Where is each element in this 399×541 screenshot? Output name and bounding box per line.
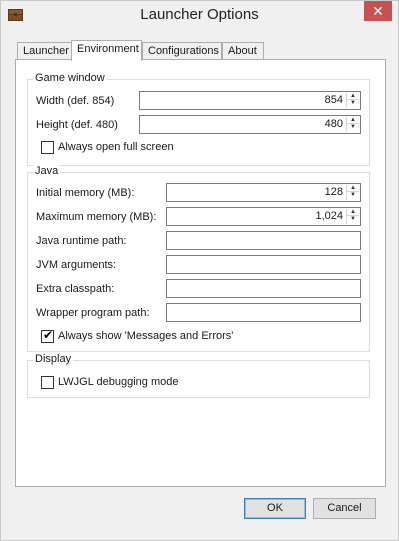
spin-down-icon[interactable]: ▼ xyxy=(347,216,359,223)
launcher-options-window: Launcher Options ✕ Launcher Environment … xyxy=(0,0,399,541)
height-label: Height (def. 480) xyxy=(36,119,118,131)
ok-button[interactable]: OK xyxy=(244,498,306,519)
fullscreen-label: Always open full screen xyxy=(58,141,174,153)
spin-up-icon[interactable]: ▲ xyxy=(347,185,359,192)
jvm-arguments-input[interactable] xyxy=(166,255,361,274)
runtime-path-input[interactable] xyxy=(166,231,361,250)
display-group: Display LWJGL debugging mode xyxy=(27,353,370,398)
spin-down-icon[interactable]: ▼ xyxy=(347,124,359,131)
tab-launcher[interactable]: Launcher xyxy=(17,42,72,60)
close-icon: ✕ xyxy=(372,3,384,19)
max-memory-value: 1,024 xyxy=(315,210,343,222)
extra-classpath-input[interactable] xyxy=(166,279,361,298)
width-spin-buttons[interactable]: ▲ ▼ xyxy=(346,93,359,108)
wrapper-path-label: Wrapper program path: xyxy=(36,307,150,319)
window-title: Launcher Options xyxy=(140,6,259,23)
runtime-path-label: Java runtime path: xyxy=(36,235,127,247)
initial-memory-label: Initial memory (MB): xyxy=(36,187,135,199)
lwjgl-debug-label: LWJGL debugging mode xyxy=(58,376,179,388)
spin-up-icon[interactable]: ▲ xyxy=(347,209,359,216)
game-window-group: Game window Width (def. 854) 854 ▲ ▼ Hei… xyxy=(27,72,370,166)
java-group: Java Initial memory (MB): 128 ▲ ▼ Maximu… xyxy=(27,165,370,352)
width-value: 854 xyxy=(324,94,343,106)
fullscreen-checkbox[interactable] xyxy=(41,141,54,154)
title-bar[interactable]: Launcher Options ✕ xyxy=(1,1,398,30)
spin-down-icon[interactable]: ▼ xyxy=(347,192,359,199)
game-window-legend: Game window xyxy=(33,72,107,84)
initial-memory-value: 128 xyxy=(324,186,343,198)
spin-down-icon[interactable]: ▼ xyxy=(347,100,359,107)
close-button[interactable]: ✕ xyxy=(364,1,392,21)
spin-up-icon[interactable]: ▲ xyxy=(347,117,359,124)
tab-about[interactable]: About xyxy=(222,42,264,60)
show-messages-label: Always show 'Messages and Errors' xyxy=(58,330,234,342)
jvm-arguments-label: JVM arguments: xyxy=(36,259,117,271)
checkmark-icon: ✔ xyxy=(43,328,54,342)
width-label: Width (def. 854) xyxy=(36,95,115,107)
height-spin-buttons[interactable]: ▲ ▼ xyxy=(346,117,359,132)
height-value: 480 xyxy=(324,118,343,130)
environment-panel: Game window Width (def. 854) 854 ▲ ▼ Hei… xyxy=(15,59,386,487)
width-spinner[interactable]: 854 ▲ ▼ xyxy=(139,91,361,110)
show-messages-checkbox[interactable]: ✔ xyxy=(41,328,54,343)
height-spinner[interactable]: 480 ▲ ▼ xyxy=(139,115,361,134)
tab-environment[interactable]: Environment xyxy=(71,40,142,61)
max-memory-spinner[interactable]: 1,024 ▲ ▼ xyxy=(166,207,361,226)
initial-memory-spin-buttons[interactable]: ▲ ▼ xyxy=(346,185,359,200)
max-memory-spin-buttons[interactable]: ▲ ▼ xyxy=(346,209,359,224)
java-legend: Java xyxy=(33,165,61,177)
tab-configurations[interactable]: Configurations xyxy=(142,42,222,60)
initial-memory-spinner[interactable]: 128 ▲ ▼ xyxy=(166,183,361,202)
wrapper-path-input[interactable] xyxy=(166,303,361,322)
cancel-button[interactable]: Cancel xyxy=(313,498,376,519)
extra-classpath-label: Extra classpath: xyxy=(36,283,115,295)
max-memory-label: Maximum memory (MB): xyxy=(36,211,157,223)
spin-up-icon[interactable]: ▲ xyxy=(347,93,359,100)
lwjgl-debug-checkbox[interactable] xyxy=(41,376,54,389)
display-legend: Display xyxy=(33,353,74,365)
